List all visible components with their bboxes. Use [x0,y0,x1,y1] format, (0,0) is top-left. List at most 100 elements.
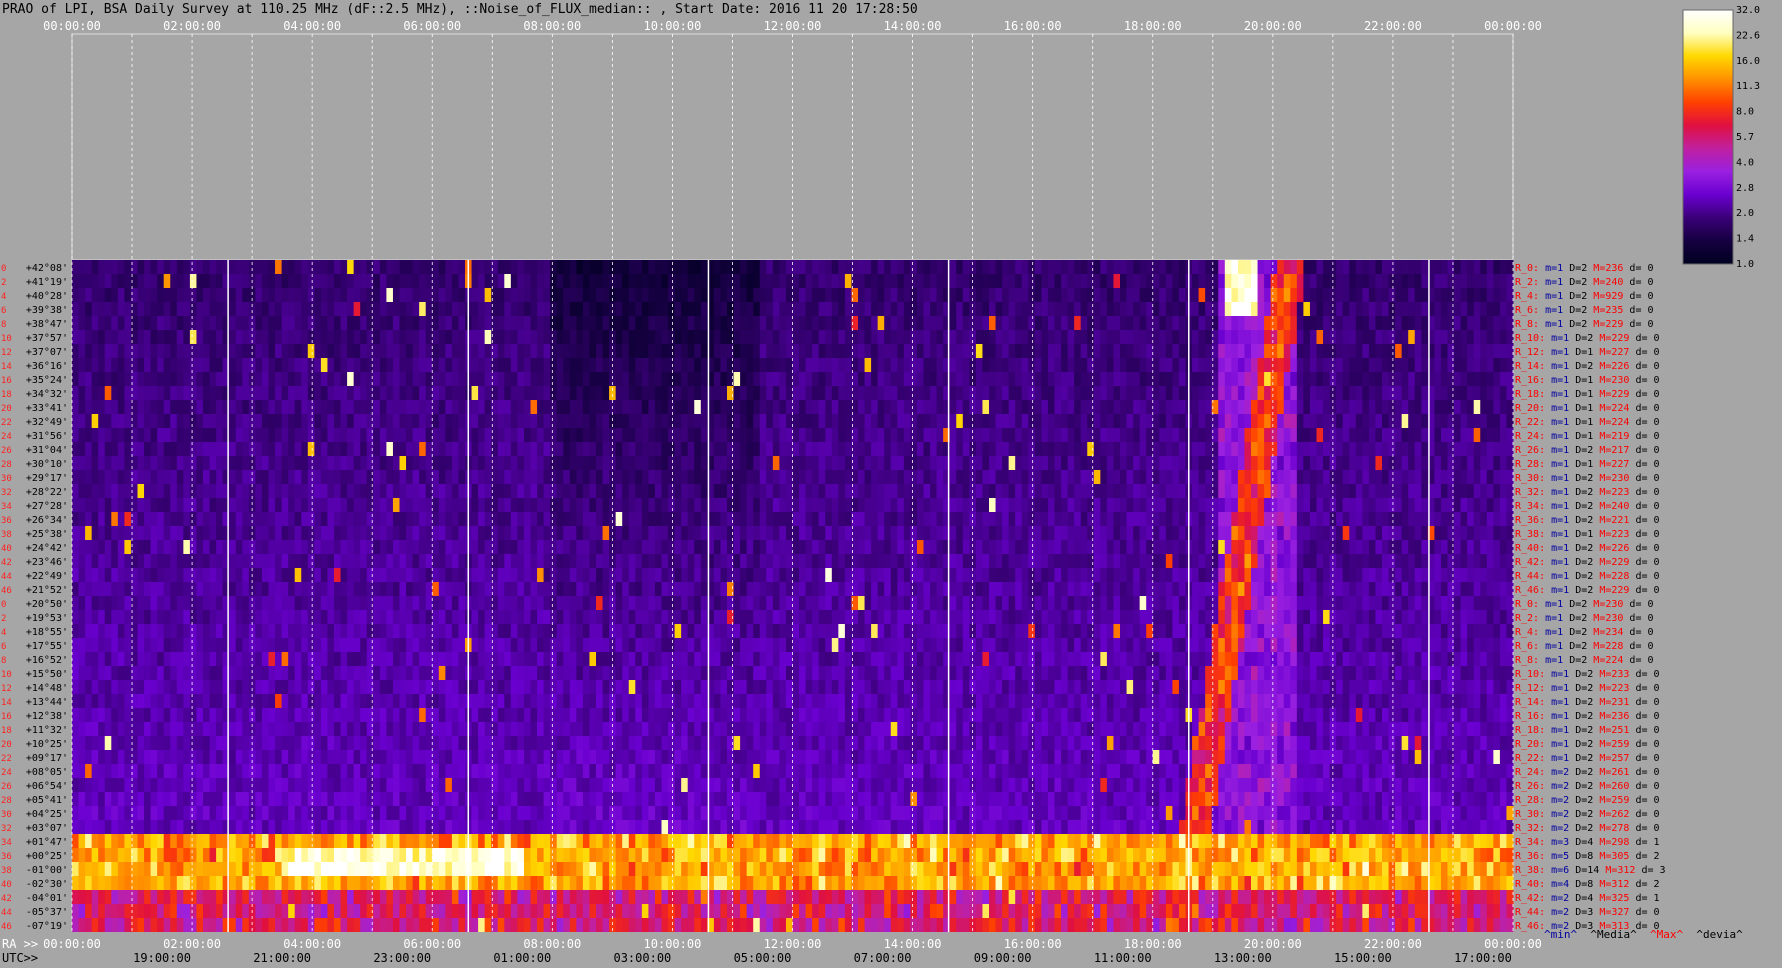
heatmap-cell [654,330,662,344]
heatmap-cell [563,484,571,498]
heatmap-cell [635,400,643,414]
heatmap-cell [406,442,414,456]
heatmap-cell [1087,414,1095,428]
heatmap-cell [1454,372,1462,386]
heatmap-cell [995,372,1003,386]
heatmap-cell [825,428,833,442]
heatmap-cell [1440,540,1448,554]
heatmap-cell [668,302,676,316]
heatmap-cell [1041,540,1049,554]
heatmap-cell [445,344,453,358]
heatmap-cell [170,442,178,456]
heatmap-cell [1316,428,1324,442]
heatmap-cell [602,498,610,512]
heatmap-cell [694,442,702,456]
heatmap-cell [1395,330,1403,344]
heatmap-cell [1506,512,1514,526]
heatmap-cell [674,512,682,526]
heatmap-cell [124,372,132,386]
heatmap-cell [484,512,492,526]
heatmap-cell [1349,512,1357,526]
heatmap-cell [1355,372,1363,386]
heatmap-cell [458,554,466,568]
heatmap-cell [1165,470,1173,484]
heatmap-cell [884,274,892,288]
heatmap-cell [484,358,492,372]
heatmap-cell [471,526,479,540]
heatmap-cell [379,456,387,470]
heatmap-cell [576,344,584,358]
heatmap-cell [334,386,342,400]
heatmap-cell [785,288,793,302]
heatmap-cell [163,274,171,288]
heatmap-cell [654,526,662,540]
heatmap-cell [1021,288,1029,302]
heatmap-cell [399,512,407,526]
heatmap-cell [1021,484,1029,498]
heatmap-cell [916,568,924,582]
heatmap-cell [157,274,165,288]
heatmap-cell [733,540,741,554]
heatmap-cell [1309,484,1317,498]
heatmap-cell [550,498,558,512]
heatmap-cell [720,414,728,428]
heatmap-cell [700,442,708,456]
heatmap-cell [1355,302,1363,316]
heatmap-cell [1080,372,1088,386]
heatmap-cell [497,400,505,414]
heatmap-cell [301,288,309,302]
heatmap-cell [1375,456,1383,470]
heatmap-cell [419,442,427,456]
heatmap-cell [1499,358,1507,372]
heatmap-cell [582,498,590,512]
heatmap-cell [792,372,800,386]
heatmap-cell [713,526,721,540]
heatmap-cell [1002,288,1010,302]
heatmap-cell [1414,498,1422,512]
heatmap-cell [1002,428,1010,442]
heatmap-cell [982,442,990,456]
heatmap-cell [419,400,427,414]
heatmap-cell [910,302,918,316]
heatmap-cell [1264,540,1272,554]
heatmap-cell [622,498,630,512]
heatmap-cell [1165,386,1173,400]
heatmap-cell [962,372,970,386]
heatmap-cell [347,442,355,456]
heatmap-cell [445,288,453,302]
heatmap-cell [982,302,990,316]
heatmap-cell [1152,428,1160,442]
heatmap-cell [360,372,368,386]
heatmap-cell [589,484,597,498]
heatmap-cell [1277,372,1285,386]
heatmap-cell [1198,428,1206,442]
heatmap-cell [111,274,119,288]
heatmap-cell [117,274,125,288]
heatmap-cell [523,344,531,358]
heatmap-cell [799,554,807,568]
heatmap-cell [975,400,983,414]
heatmap-cell [779,498,787,512]
heatmap-cell [157,498,165,512]
heatmap-cell [1133,470,1141,484]
heatmap-cell [471,288,479,302]
heatmap-cell [700,456,708,470]
heatmap-cell [864,526,872,540]
heatmap-cell [1493,302,1501,316]
heatmap-cell [1323,428,1331,442]
heatmap-cell [1283,554,1291,568]
heatmap-cell [1178,456,1186,470]
heatmap-cell [1414,372,1422,386]
heatmap-cell [1506,274,1514,288]
heatmap-cell [930,428,938,442]
heatmap-cell [294,442,302,456]
heatmap-cell [157,288,165,302]
heatmap-cell [1388,512,1396,526]
heatmap-cell [1506,344,1514,358]
heatmap-cell [910,428,918,442]
heatmap-cell [1021,400,1029,414]
heatmap-cell [196,330,204,344]
heatmap-cell [1218,554,1226,568]
heatmap-cell [727,456,735,470]
heatmap-cell [1257,512,1265,526]
